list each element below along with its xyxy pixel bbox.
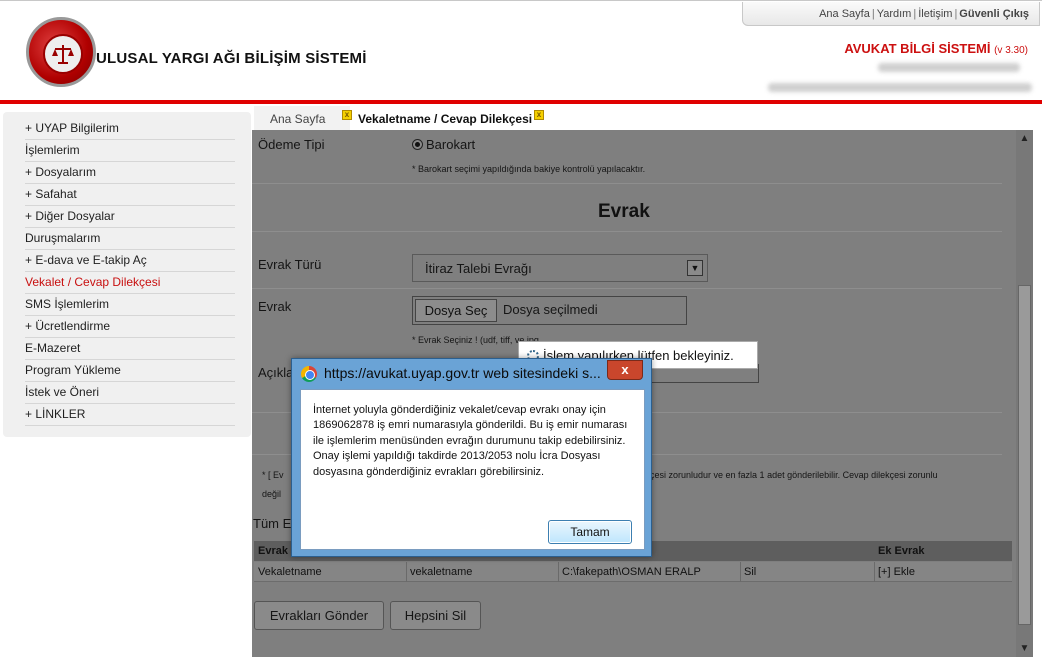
sidebar-item[interactable]: İstek ve Öneri: [25, 382, 235, 404]
chevron-down-icon: ▼: [687, 260, 703, 276]
tab-home-close-icon[interactable]: x: [342, 110, 352, 120]
delete-all-button[interactable]: Hepsini Sil: [390, 601, 481, 630]
scales-icon: [52, 45, 74, 64]
footnote-left: * [ Ev: [262, 470, 284, 480]
header-divider: [0, 100, 1042, 104]
file-choose-button[interactable]: Dosya Seç: [415, 299, 497, 322]
chrome-icon: [301, 366, 317, 382]
send-documents-button[interactable]: Evrakları Gönder: [254, 601, 384, 630]
description-label: Açıkla: [258, 365, 294, 380]
doc-label: Evrak: [258, 299, 292, 314]
dialog-titlebar[interactable]: https://avukat.uyap.gov.tr web sitesinde…: [292, 359, 651, 387]
sidebar-item[interactable]: İşlemlerim: [25, 140, 235, 162]
system-version: (v 3.30): [994, 45, 1028, 56]
payment-note: * Barokart seçimi yapıldığında bakiye ko…: [412, 164, 646, 174]
all-docs-label: Tüm E: [253, 516, 292, 531]
system-name: AVUKAT BİLGİ SİSTEMİ (v 3.30): [844, 41, 1028, 56]
scroll-thumb[interactable]: [1018, 285, 1031, 625]
section-title: Evrak: [598, 201, 650, 222]
file-input[interactable]: Dosya Seç Dosya seçilmedi: [412, 296, 687, 325]
blurred-date-info: [768, 83, 1032, 92]
scroll-up-icon[interactable]: ▲: [1016, 130, 1033, 147]
table-row: Vekaletname vekaletname C:\fakepath\OSMA…: [254, 562, 1012, 582]
footnote-right: çesi zorunludur ve en fazla 1 adet gönde…: [650, 470, 938, 480]
help-link[interactable]: Yardım: [877, 8, 912, 20]
contact-link[interactable]: İletişim: [918, 8, 952, 20]
logout-link[interactable]: Güvenli Çıkış: [959, 8, 1029, 20]
blurred-user-info: [878, 63, 1020, 72]
logo: [26, 17, 96, 87]
scroll-down-icon[interactable]: ▼: [1016, 640, 1033, 657]
doc-type-select[interactable]: İtiraz Talebi Evrağı ▼: [412, 254, 708, 282]
sidebar-item[interactable]: + LİNKLER: [25, 404, 235, 426]
footnote-left-2: değil: [262, 489, 282, 499]
page-header: ULUSAL YARGI AĞI BİLİŞİM SİSTEMİ Ana Say…: [0, 0, 1042, 100]
doc-type-label: Evrak Türü: [258, 257, 322, 272]
sidebar-item[interactable]: Duruşmalarım: [25, 228, 235, 250]
sidebar-menu: + UYAP Bilgilerim İşlemlerim + Dosyalarım +…: [3, 112, 251, 437]
ok-button[interactable]: Tamam: [548, 520, 632, 544]
delete-row-link[interactable]: Sil: [744, 566, 756, 578]
content-scrollbar[interactable]: ▲ ▼: [1016, 130, 1033, 657]
sidebar-item[interactable]: + E-dava ve E-takip Aç: [25, 250, 235, 272]
sidebar-item[interactable]: E-Mazeret: [25, 338, 235, 360]
sidebar-item[interactable]: SMS İşlemlerim: [25, 294, 235, 316]
site-title: ULUSAL YARGI AĞI BİLİŞİM SİSTEMİ: [96, 50, 367, 67]
top-links: Ana Sayfa | Yardım | İletişim | Güvenli Çıkış: [742, 2, 1040, 26]
sidebar-item[interactable]: + Safahat: [25, 184, 235, 206]
dialog-title: https://avukat.uyap.gov.tr web sitesinde…: [324, 365, 601, 381]
payment-type-label: Ödeme Tipi: [258, 137, 325, 152]
tab-home[interactable]: Ana Sayfa x: [254, 106, 352, 130]
barokart-radio[interactable]: [412, 139, 423, 150]
barokart-label: Barokart: [426, 137, 476, 152]
sidebar-item[interactable]: + UYAP Bilgilerim: [25, 118, 235, 140]
tab-vekaletname[interactable]: Vekaletname / Cevap Dilekçesi x: [352, 106, 552, 130]
sidebar-item[interactable]: Vekalet / Cevap Dilekçesi: [25, 272, 235, 294]
dialog-message: İnternet yoluyla gönderdiğiniz vekalet/c…: [313, 404, 628, 478]
alert-dialog: https://avukat.uyap.gov.tr web sitesinde…: [291, 358, 652, 557]
sidebar-item[interactable]: + Diğer Dosyalar: [25, 206, 235, 228]
add-attachment-link[interactable]: [+] Ekle: [878, 566, 915, 578]
sidebar-item[interactable]: + Dosyalarım: [25, 162, 235, 184]
file-status: Dosya seçilmedi: [503, 302, 598, 317]
sidebar-item[interactable]: + Ücretlendirme: [25, 316, 235, 338]
sidebar-item[interactable]: Program Yükleme: [25, 360, 235, 382]
tab-bar: Ana Sayfa x Vekaletname / Cevap Dilekçes…: [254, 106, 1042, 130]
home-link[interactable]: Ana Sayfa: [819, 8, 870, 20]
dialog-close-button[interactable]: x: [607, 360, 643, 380]
dialog-body: İnternet yoluyla gönderdiğiniz vekalet/c…: [300, 389, 645, 550]
tab-vekaletname-close-icon[interactable]: x: [534, 110, 544, 120]
